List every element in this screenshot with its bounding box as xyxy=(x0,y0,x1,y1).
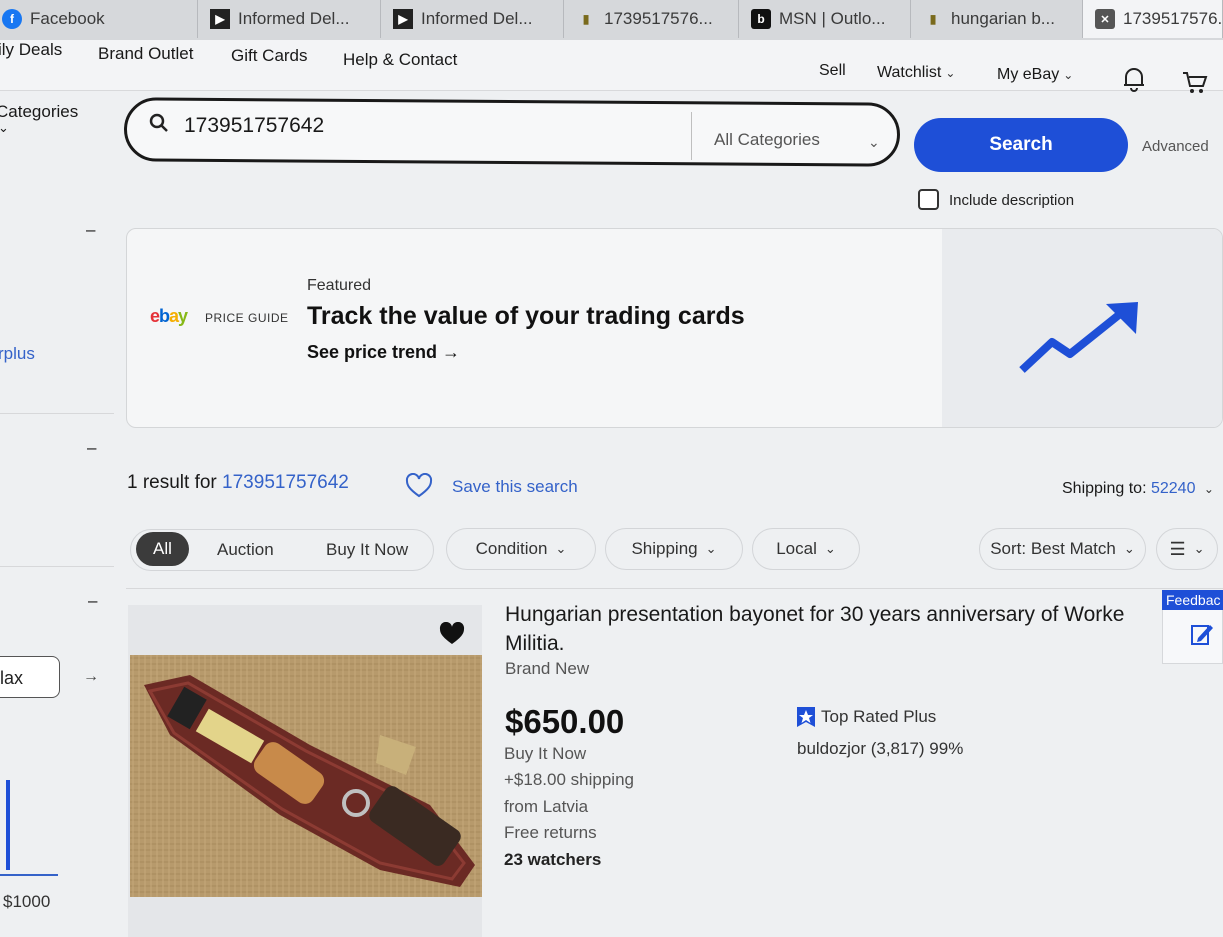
price-max-value: lax xyxy=(0,668,24,688)
nav-help-contact[interactable]: Help & Contact xyxy=(343,50,457,70)
browser-tab-informed-delivery-2[interactable]: ▶ Informed Del... xyxy=(381,0,564,38)
result-count: 1 result for 173951757642 xyxy=(127,472,349,493)
filter-all[interactable]: All xyxy=(136,532,189,566)
ebay-favicon-icon: ▮ xyxy=(582,12,590,26)
browser-tab-strip: f Facebook ▶ Informed Del... ▶ Informed … xyxy=(0,0,1223,40)
usps-icon: ▶ xyxy=(393,9,413,29)
notification-bell-icon[interactable] xyxy=(1122,66,1146,92)
search-icon xyxy=(149,113,168,132)
chevron-down-icon: ⌄ xyxy=(1063,68,1074,82)
banner-featured-label: Featured xyxy=(307,277,372,294)
chevron-down-icon: ⌄ xyxy=(1193,541,1205,556)
facebook-icon: f xyxy=(2,9,22,29)
listing-condition: Brand New xyxy=(505,659,590,678)
filter-condition[interactable]: Condition ⌄ xyxy=(446,528,596,570)
chevron-down-icon[interactable]: ⌄ xyxy=(868,134,880,151)
browser-tab-outlook[interactable]: b MSN | Outlo... xyxy=(739,0,911,38)
cart-icon[interactable] xyxy=(1181,70,1209,96)
listing-price: $650.00 xyxy=(505,703,625,740)
see-price-trend-link[interactable]: See price trend → xyxy=(307,342,460,363)
listing-title[interactable]: Hungarian presentation bayonet for 30 ye… xyxy=(505,600,1165,658)
sidebar-collapse-toggle[interactable]: – xyxy=(88,591,97,611)
listing-watchers: 23 watchers xyxy=(504,850,602,869)
chevron-down-icon: ⌄ xyxy=(1203,482,1214,496)
nav-sell[interactable]: Sell xyxy=(819,62,846,80)
nav-gift-cards[interactable]: Gift Cards xyxy=(231,46,308,66)
listing-location: from Latvia xyxy=(504,797,589,816)
heart-filled-icon[interactable] xyxy=(439,622,465,646)
ebay-favicon-icon: ▮ xyxy=(929,12,937,26)
listing-image[interactable] xyxy=(130,655,482,897)
usps-icon: ▶ xyxy=(210,9,230,29)
browser-tab-facebook[interactable]: f Facebook xyxy=(0,0,198,38)
price-submit-arrow-icon[interactable]: → xyxy=(83,668,99,686)
heart-outline-icon[interactable] xyxy=(405,473,433,499)
advanced-search-link[interactable]: Advanced xyxy=(1142,138,1209,155)
search-divider xyxy=(691,112,692,160)
sidebar-collapse-toggle[interactable]: – xyxy=(86,220,95,240)
browser-tab-active[interactable]: ✕ 1739517576.. xyxy=(1083,0,1223,38)
sidebar-categories-heading[interactable]: Categories xyxy=(0,102,78,122)
save-search-link[interactable]: Save this search xyxy=(452,477,578,497)
sidebar-link-plus[interactable]: rplus xyxy=(0,344,35,364)
browser-tab-hungarian-bayonet[interactable]: ▮ hungarian b... xyxy=(911,0,1083,38)
outlook-icon: b xyxy=(751,9,771,29)
chevron-down-icon[interactable]: ⌄ xyxy=(0,120,9,136)
trend-arrow-icon xyxy=(1019,302,1138,373)
results-divider xyxy=(126,588,1223,589)
price-range-max-label: $1000 xyxy=(3,892,51,911)
filter-shipping[interactable]: Shipping ⌄ xyxy=(605,528,743,570)
filter-local[interactable]: Local ⌄ xyxy=(752,528,860,570)
nav-daily-deals[interactable]: ily Deals xyxy=(0,40,62,60)
chevron-down-icon: ⌄ xyxy=(824,541,836,556)
chevron-down-icon: ⌄ xyxy=(555,541,567,556)
feedback-label[interactable]: Feedbac xyxy=(1162,590,1223,610)
include-description-label[interactable]: Include description xyxy=(949,192,1074,209)
ebay-logo: ebay xyxy=(150,306,188,326)
filter-auction[interactable]: Auction xyxy=(217,540,274,560)
banner-title: Track the value of your trading cards xyxy=(307,302,745,330)
close-icon[interactable]: ✕ xyxy=(1095,9,1115,29)
sidebar-divider xyxy=(0,413,114,414)
listing-returns: Free returns xyxy=(504,823,597,842)
search-button[interactable]: Search xyxy=(914,118,1128,172)
seller-info: buldozjor (3,817) 99% xyxy=(797,739,964,758)
sort-dropdown[interactable]: Sort: Best Match ⌄ xyxy=(979,528,1146,570)
nav-watchlist[interactable]: Watchlist ⌄ xyxy=(877,64,955,82)
chevron-down-icon: ⌄ xyxy=(705,541,717,556)
shipping-to-selector[interactable]: Shipping to: 52240 ⌄ xyxy=(1062,480,1214,498)
top-rated-badge-icon xyxy=(797,707,815,727)
listing-shipping: +$18.00 shipping xyxy=(504,770,634,789)
listing-buy-format: Buy It Now xyxy=(504,744,587,763)
search-input[interactable]: 173951757642 xyxy=(184,114,324,138)
price-histogram-bar xyxy=(6,780,10,870)
category-select[interactable]: All Categories xyxy=(714,130,820,150)
price-histogram-axis xyxy=(0,874,58,876)
chevron-down-icon: ⌄ xyxy=(1123,541,1135,556)
list-view-icon: ☰ xyxy=(1169,538,1186,559)
browser-tab-ebay-item[interactable]: ▮ 1739517576... xyxy=(564,0,739,38)
filter-buy-it-now[interactable]: Buy It Now xyxy=(326,540,408,560)
include-description-checkbox[interactable] xyxy=(918,189,939,210)
chevron-down-icon: ⌄ xyxy=(945,66,956,80)
browser-tab-informed-delivery-1[interactable]: ▶ Informed Del... xyxy=(198,0,381,38)
edit-feedback-icon[interactable] xyxy=(1190,622,1214,646)
sidebar-collapse-toggle[interactable]: – xyxy=(87,438,96,458)
view-toggle[interactable]: ☰ ⌄ xyxy=(1156,528,1218,570)
top-rated-plus-label: Top Rated Plus xyxy=(821,707,937,726)
nav-brand-outlet[interactable]: Brand Outlet xyxy=(98,44,193,64)
nav-my-ebay[interactable]: My eBay ⌄ xyxy=(997,66,1073,84)
sidebar-divider xyxy=(0,566,114,567)
price-guide-label: PRICE GUIDE xyxy=(205,311,289,325)
